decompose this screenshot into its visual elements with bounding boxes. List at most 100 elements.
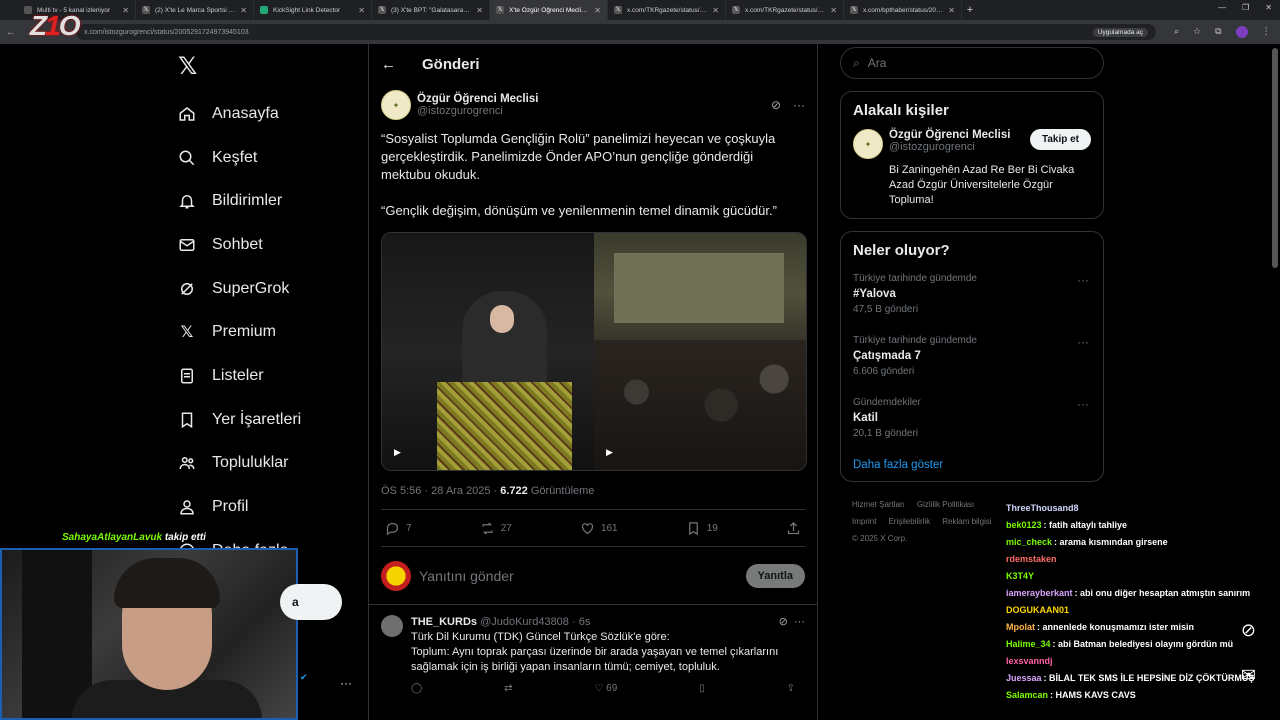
close-icon[interactable]: ✕	[594, 6, 601, 15]
share-button[interactable]	[786, 521, 801, 536]
reply-input[interactable]: Yanıtını gönder	[419, 568, 738, 584]
related-name[interactable]: Özgür Öğrenci Meclisi	[889, 129, 1010, 141]
nav-item-supergrok[interactable]: SuperGrok	[170, 267, 360, 311]
bookmark-icon[interactable]: ▯	[699, 681, 705, 696]
post-button[interactable]: a	[280, 584, 342, 620]
chat-message: iameraybеrkant: abi onu diğer hesaptan a…	[1006, 588, 1251, 598]
reply-item[interactable]: THE_KURDs @JudoKurd43808 · 6s ⊘ ··· Türk…	[369, 605, 817, 696]
footer-link[interactable]: Imprint	[852, 517, 876, 526]
nav-item-communities[interactable]: Topluluklar	[170, 442, 360, 486]
related-handle[interactable]: @istozgurogrenci	[889, 141, 1010, 153]
grok-icon[interactable]: ⊘	[771, 98, 781, 112]
trend-item[interactable]: Türkiye tarihinde gündemde #Yalova 47,5 …	[853, 269, 1091, 331]
bookmark-button[interactable]: 19	[686, 521, 718, 536]
reply-icon[interactable]: ◯	[411, 681, 422, 696]
profile-avatar[interactable]	[1235, 26, 1248, 38]
browser-tab[interactable]: 𝕏 (2) X'te Le Marca Sportsi "Erde ✕	[136, 0, 254, 20]
new-tab-button[interactable]: +	[962, 4, 978, 16]
repost-button[interactable]: 27	[480, 521, 512, 536]
related-avatar[interactable]: ✦	[853, 129, 883, 159]
zoom-icon[interactable]: ⌕	[1174, 26, 1179, 38]
follow-button[interactable]: Takip et	[1029, 129, 1091, 150]
trend-count: 6.606 gönderi	[853, 366, 915, 377]
close-icon[interactable]: ✕	[476, 6, 483, 15]
address-bar[interactable]: x.com/istozgurogrenci/status/20052917249…	[76, 24, 1156, 40]
reply-button[interactable]: 7	[385, 521, 412, 536]
nav-item-lists[interactable]: Listeler	[170, 354, 360, 398]
trend-title: Çatışmada 7	[853, 350, 921, 362]
reply-author-handle[interactable]: @JudoKurd43808 · 6s	[480, 615, 590, 630]
share-icon[interactable]: ⇪	[787, 681, 795, 696]
close-icon[interactable]: ✕	[948, 6, 955, 15]
back-icon[interactable]: ←	[6, 27, 16, 38]
menu-icon[interactable]: ⋮	[1262, 26, 1271, 38]
minimize-icon[interactable]: —	[1218, 3, 1226, 12]
back-arrow-icon[interactable]: ←	[381, 56, 396, 73]
media-video-left[interactable]: ▶	[382, 233, 594, 470]
repost-icon[interactable]: ⇄	[504, 681, 512, 696]
close-icon[interactable]: ✕	[358, 6, 365, 15]
play-icon[interactable]: ▶	[394, 447, 401, 458]
close-window-icon[interactable]: ✕	[1265, 3, 1272, 12]
grok-icon[interactable]: ⊘	[1241, 620, 1256, 641]
tab-title: x.com/TKRgazete/status/20056	[745, 6, 825, 14]
nav-item-home[interactable]: Anasayfa	[170, 92, 360, 136]
nav-item-messages[interactable]: Sohbet	[170, 223, 360, 267]
open-in-app-button[interactable]: Uygulamada aç	[1092, 27, 1148, 37]
footer-link[interactable]: Gizlilik Politikası	[917, 500, 974, 509]
like-button[interactable]: ♡ 69	[594, 681, 617, 696]
author-handle[interactable]: @istozgurogrenci	[417, 105, 538, 117]
related-person[interactable]: ✦ Özgür Öğrenci Meclisi @istozgurogrenci…	[853, 129, 1091, 159]
chat-username: Juessaa	[1006, 673, 1042, 683]
search-input[interactable]: ⌕ Ara	[840, 47, 1104, 79]
reply-submit-button[interactable]: Yanıtla	[745, 563, 805, 588]
extensions-icon[interactable]: ⧉	[1215, 26, 1221, 38]
mail-icon	[178, 236, 196, 254]
maximize-icon[interactable]: ❐	[1242, 3, 1249, 12]
nav-item-notifications[interactable]: Bildirimler	[170, 179, 360, 223]
close-icon[interactable]: ✕	[830, 6, 837, 15]
browser-tab-active[interactable]: 𝕏 X'te Özgür Öğrenci Meclisi: "S ✕	[490, 0, 608, 20]
author-info[interactable]: Özgür Öğrenci Meclisi @istozgurogrenci	[417, 93, 538, 117]
play-icon[interactable]: ▶	[606, 447, 613, 458]
star-icon[interactable]: ☆	[1193, 26, 1201, 38]
more-options-icon[interactable]: ···	[1077, 335, 1089, 349]
reply-author-name[interactable]: THE_KURDs	[411, 615, 477, 630]
show-more-link[interactable]: Daha fazla göster	[853, 459, 1091, 471]
trend-item[interactable]: Gündemdekiler Katil 20,1 B gönderi ···	[853, 393, 1091, 455]
close-icon[interactable]: ✕	[240, 6, 247, 15]
post-media[interactable]: ▶ ▶	[381, 232, 807, 471]
reply-more-icon[interactable]: ⊘ ···	[779, 615, 805, 630]
author-avatar[interactable]: ✦	[381, 90, 411, 120]
browser-tab[interactable]: 𝕏 (3) X'te BPT: "Galatasaray, Sarp ✕	[372, 0, 490, 20]
post-timestamp[interactable]: ÖS 5:56 · 28 Ara 2025 ·	[381, 485, 500, 497]
media-video-right[interactable]: ▶	[594, 233, 806, 470]
more-options-icon[interactable]: ···	[1077, 273, 1089, 287]
like-button[interactable]: 161	[580, 521, 618, 536]
trend-item[interactable]: Türkiye tarihinde gündemde Çatışmada 7 6…	[853, 331, 1091, 393]
footer-link[interactable]: Erişilebilirlik	[888, 517, 930, 526]
reply-content: THE_KURDs @JudoKurd43808 · 6s ⊘ ··· Türk…	[411, 615, 805, 696]
reply-avatar[interactable]	[381, 615, 403, 637]
post-text: “Sosyalist Toplumda Gençliğin Rolü” pane…	[381, 130, 805, 220]
nav-item-bookmarks[interactable]: Yer İşaretleri	[170, 398, 360, 442]
x-logo-icon[interactable]: 𝕏	[178, 52, 360, 92]
browser-tab[interactable]: 𝕏x.com/TKRgazete/status/20056 ✕	[726, 0, 844, 20]
close-icon[interactable]: ✕	[122, 6, 129, 15]
nav-item-explore[interactable]: Keşfet	[170, 136, 360, 180]
footer-link[interactable]: Hizmet Şartları	[852, 500, 905, 509]
more-options-icon[interactable]: ···	[793, 98, 805, 112]
more-options-icon[interactable]: ···	[340, 676, 352, 690]
mail-icon[interactable]: ✉	[1241, 665, 1256, 686]
browser-tab[interactable]: 𝕏x.com/bpthaber/status/200562 ✕	[844, 0, 962, 20]
nav-item-premium[interactable]: 𝕏 Premium	[170, 310, 360, 354]
footer-link[interactable]: Reklam bilgisi	[942, 517, 991, 526]
more-options-icon[interactable]: ···	[1077, 397, 1089, 411]
author-name[interactable]: Özgür Öğrenci Meclisi	[417, 93, 538, 105]
browser-tab[interactable]: KickSight Link Detector ✕	[254, 0, 372, 20]
scrollbar[interactable]	[1272, 48, 1278, 268]
browser-tab[interactable]: 𝕏x.com/TKRgazete/status/20056 ✕	[608, 0, 726, 20]
close-icon[interactable]: ✕	[712, 6, 719, 15]
user-avatar[interactable]	[381, 560, 411, 591]
nav-item-profile[interactable]: Profil	[170, 485, 360, 529]
